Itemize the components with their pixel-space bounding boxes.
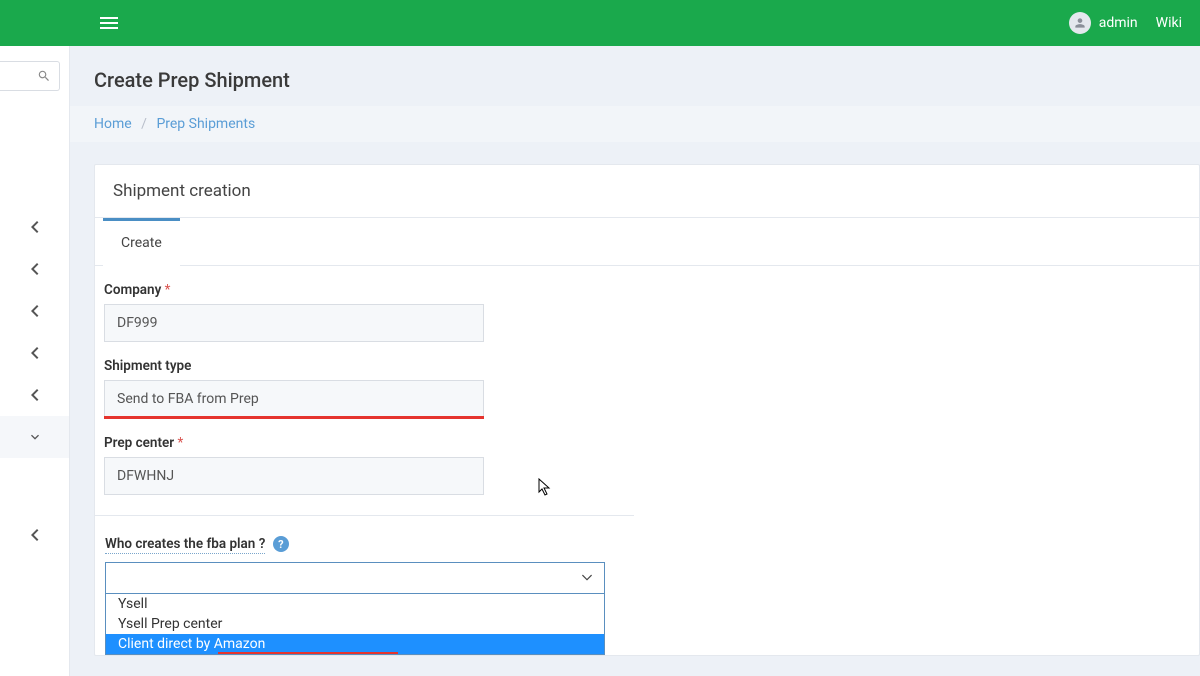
- shipment-type-label: Shipment type: [104, 358, 624, 374]
- sidebar-item-1[interactable]: [0, 206, 69, 248]
- who-creates-dropdown: Ysell Ysell Prep center Client direct by…: [105, 594, 605, 655]
- sidebar-item-3[interactable]: [0, 290, 69, 332]
- tab-create[interactable]: Create: [103, 218, 180, 266]
- user-menu[interactable]: admin: [1069, 12, 1138, 34]
- chevron-down-icon: [582, 573, 592, 583]
- breadcrumb: Home / Prep Shipments: [70, 106, 1200, 142]
- sidebar-item-5[interactable]: [0, 374, 69, 416]
- user-name: admin: [1099, 15, 1138, 31]
- page-title: Create Prep Shipment: [70, 68, 1200, 106]
- breadcrumb-separator: /: [141, 116, 147, 132]
- highlight-underline: [104, 416, 484, 419]
- prep-center-select[interactable]: DFWHNJ: [104, 457, 484, 495]
- who-creates-label: Who creates the fba plan ?: [105, 536, 265, 554]
- search-icon: [37, 69, 51, 83]
- highlight-underline: [218, 652, 398, 654]
- wiki-link[interactable]: Wiki: [1156, 15, 1182, 31]
- sidebar-item-expanded[interactable]: [0, 416, 69, 458]
- shipment-type-select[interactable]: Send to FBA from Prep: [104, 380, 484, 418]
- company-label: Company *: [104, 282, 624, 298]
- sidebar-item-2[interactable]: [0, 248, 69, 290]
- dropdown-option-ysell-prep[interactable]: Ysell Prep center: [106, 614, 604, 634]
- breadcrumb-home[interactable]: Home: [94, 116, 132, 132]
- breadcrumb-current[interactable]: Prep Shipments: [156, 116, 255, 132]
- help-icon[interactable]: ?: [273, 536, 289, 552]
- sidebar-item-4[interactable]: [0, 332, 69, 374]
- dropdown-option-client-amazon[interactable]: Client direct by Amazon: [106, 634, 604, 654]
- sidebar-item-7[interactable]: [0, 514, 69, 556]
- avatar-icon: [1069, 12, 1091, 34]
- menu-toggle-button[interactable]: [100, 17, 118, 29]
- company-select[interactable]: DF999: [104, 304, 484, 342]
- prep-center-label: Prep center *: [104, 435, 624, 451]
- sidebar-search[interactable]: [0, 61, 60, 91]
- dropdown-option-ysell[interactable]: Ysell: [106, 594, 604, 614]
- who-creates-select[interactable]: [105, 562, 605, 594]
- card-title: Shipment creation: [95, 165, 1199, 218]
